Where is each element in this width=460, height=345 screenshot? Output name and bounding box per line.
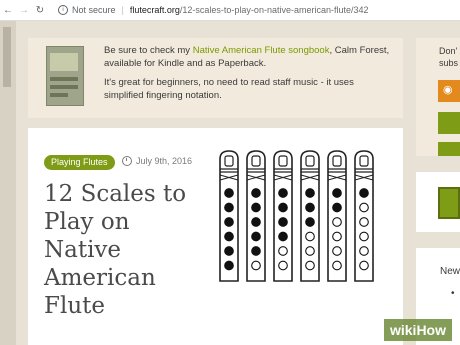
sidebar-book-image[interactable]: [438, 187, 460, 219]
closed-hole: [278, 202, 288, 213]
right-sidebar: Don' subs New •: [416, 38, 460, 345]
new-posts-heading: New: [440, 266, 460, 277]
subscribe-text-line2: subs: [439, 58, 459, 68]
sidebar-image-widget: [416, 172, 460, 232]
article-title[interactable]: 12 Scales to Play on Native American Flu…: [44, 180, 194, 320]
subscribe-text: Don' subs: [439, 45, 458, 69]
email-subscribe-icon[interactable]: [438, 112, 460, 134]
open-hole: [332, 231, 342, 242]
open-hole: [332, 217, 342, 227]
flute-diagram: [327, 150, 347, 282]
back-arrow-icon[interactable]: ←: [0, 5, 16, 16]
closed-hole: [251, 202, 261, 213]
scrollbar-thumb[interactable]: [3, 27, 11, 87]
closed-hole: [224, 188, 234, 198]
rss-icon[interactable]: [438, 80, 460, 102]
reload-icon[interactable]: ↻: [32, 5, 48, 16]
closed-hole: [332, 188, 342, 198]
forward-arrow-icon[interactable]: →: [16, 5, 32, 16]
flute-diagram: [246, 150, 266, 282]
promo-text-before: Be sure to check my: [104, 45, 193, 56]
open-hole: [305, 246, 315, 256]
promo-banner: Be sure to check my Native American Flut…: [28, 38, 403, 118]
open-hole: [359, 217, 369, 227]
url-path: /12-scales-to-play-on-native-american-fl…: [179, 5, 369, 15]
flute-diagram: [354, 150, 374, 282]
open-hole: [359, 231, 369, 242]
flute-diagram: [300, 150, 320, 282]
post-date-text: July 9th, 2016: [136, 156, 193, 166]
closed-hole: [305, 202, 315, 213]
url-separator: |: [121, 5, 124, 15]
open-hole: [359, 246, 369, 256]
open-hole: [332, 246, 342, 256]
closed-hole: [224, 217, 234, 227]
closed-hole: [359, 188, 369, 198]
closed-hole: [278, 188, 288, 198]
new-posts-bullet: •: [451, 288, 455, 299]
url-domain: flutecraft.org: [129, 5, 180, 15]
closed-hole: [305, 217, 315, 227]
subscribe-text-line1: Don': [439, 46, 458, 56]
info-icon: i: [58, 5, 68, 15]
promo-paragraph-1: Be sure to check my Native American Flut…: [104, 44, 396, 70]
wikihow-watermark: wikiHow: [383, 319, 452, 341]
left-scrollbar[interactable]: [0, 21, 16, 345]
promo-paragraph-2: It's great for beginners, no need to rea…: [104, 77, 354, 101]
songbook-cover-image[interactable]: [46, 46, 84, 106]
open-hole: [305, 231, 315, 242]
flute-fingering-chart: [219, 150, 374, 282]
closed-hole: [251, 217, 261, 227]
flute-diagram: [273, 150, 293, 282]
closed-hole: [332, 202, 342, 213]
closed-hole: [278, 217, 288, 227]
promo-text: Be sure to check my Native American Flut…: [104, 44, 396, 108]
url-field[interactable]: flutecraft.org/12-scales-to-play-on-nati…: [130, 5, 369, 15]
open-hole: [332, 260, 342, 271]
security-label: Not secure: [72, 5, 116, 15]
social-icon[interactable]: [438, 142, 460, 156]
post-date: July 9th, 2016: [122, 156, 192, 166]
open-hole: [278, 260, 288, 271]
songbook-link[interactable]: Native American Flute songbook: [193, 45, 330, 56]
closed-hole: [251, 246, 261, 256]
category-badge[interactable]: Playing Flutes: [44, 155, 115, 170]
closed-hole: [224, 246, 234, 256]
open-hole: [359, 260, 369, 271]
open-hole: [359, 202, 369, 213]
closed-hole: [251, 231, 261, 242]
closed-hole: [305, 188, 315, 198]
subscribe-widget: Don' subs: [416, 38, 460, 156]
closed-hole: [251, 188, 261, 198]
browser-address-bar: ← → ↻ i Not secure | flutecraft.org/12-s…: [0, 0, 460, 21]
closed-hole: [278, 231, 288, 242]
article-card: Playing Flutes July 9th, 2016 12 Scales …: [28, 128, 403, 345]
closed-hole: [224, 202, 234, 213]
open-hole: [278, 246, 288, 256]
open-hole: [305, 260, 315, 271]
closed-hole: [224, 260, 234, 271]
security-indicator[interactable]: i Not secure: [58, 5, 116, 15]
closed-hole: [224, 231, 234, 242]
open-hole: [251, 260, 261, 271]
clock-icon: [122, 156, 132, 166]
flute-diagram: [219, 150, 239, 282]
